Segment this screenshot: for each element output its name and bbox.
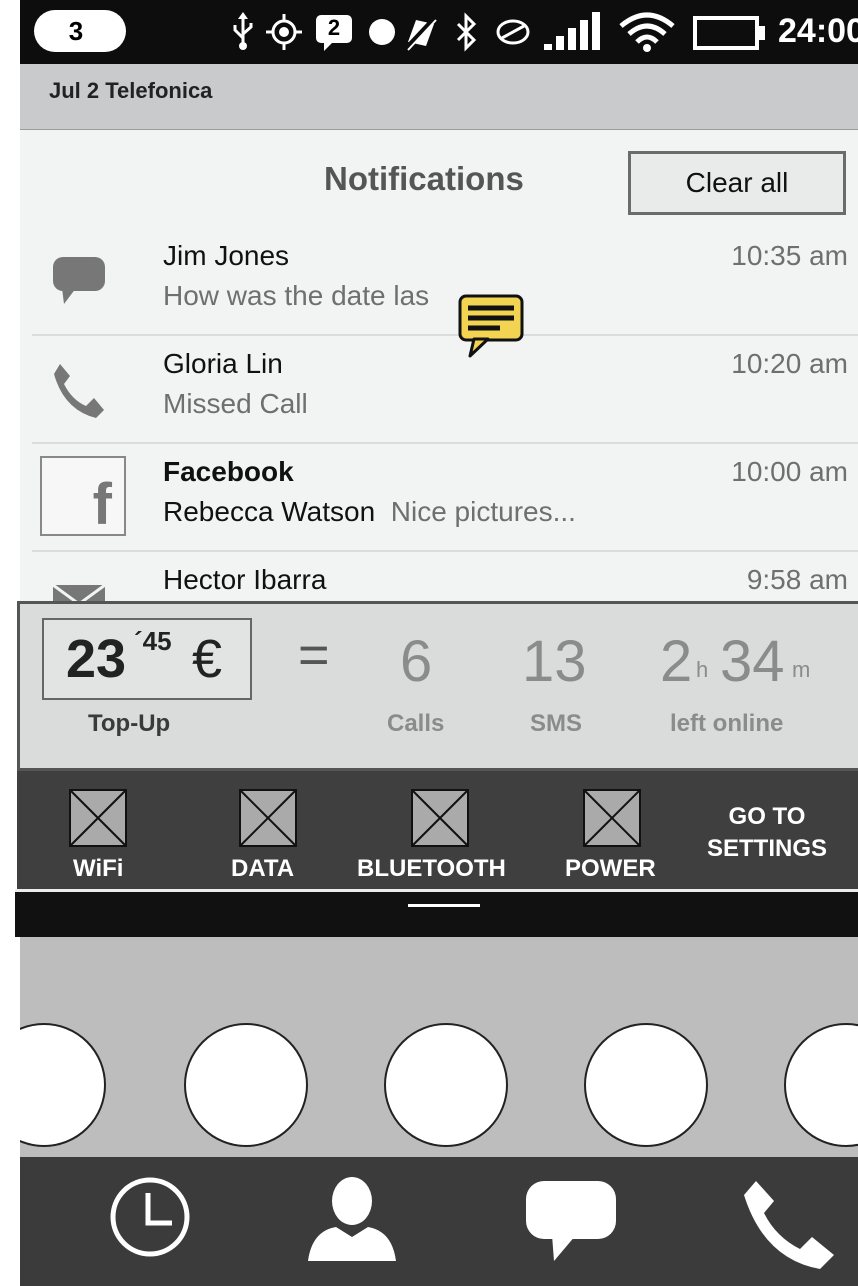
placeholder-x-icon bbox=[239, 789, 297, 847]
usb-icon bbox=[233, 12, 253, 50]
carrier-strip: Jul 2 Telefonica bbox=[20, 64, 858, 130]
dock bbox=[20, 1157, 858, 1286]
topup-price-box[interactable]: 23 ´45 € bbox=[42, 618, 252, 700]
notification-message: Rebecca Watson Nice pictures... bbox=[163, 496, 576, 528]
go-to-settings-button[interactable]: GO TO SETTINGS bbox=[707, 801, 827, 865]
hours-unit: h bbox=[696, 657, 709, 682]
minutes-unit: m bbox=[792, 657, 811, 682]
notification-time: 9:58 am bbox=[746, 564, 848, 595]
notification-item[interactable]: Jim Jones How was the date las 10:35 am bbox=[32, 228, 858, 336]
notification-item[interactable]: Hector Ibarra 9:58 am bbox=[32, 552, 858, 602]
toggle-label: BLUETOOTH bbox=[357, 855, 506, 882]
gps-icon bbox=[266, 14, 302, 50]
wifi-icon bbox=[619, 12, 675, 52]
toggle-label: DATA bbox=[231, 855, 295, 882]
notification-panel: Notifications Clear all Jim Jones How wa… bbox=[20, 130, 858, 602]
battery-icon bbox=[693, 16, 765, 50]
home-screen bbox=[20, 937, 858, 1157]
calls-label: Calls bbox=[387, 710, 445, 737]
notification-sender: Gloria Lin bbox=[163, 348, 283, 379]
drawer-handle-bar[interactable] bbox=[15, 889, 858, 937]
contact-icon[interactable] bbox=[306, 1171, 398, 1263]
hours-value: 2 bbox=[660, 629, 693, 694]
notification-sender: Facebook bbox=[163, 456, 294, 487]
topup-label: Top-Up bbox=[88, 710, 171, 737]
toggle-bluetooth[interactable]: BLUETOOTH bbox=[355, 771, 525, 889]
placeholder-x-icon bbox=[69, 789, 127, 847]
app-placeholder[interactable] bbox=[584, 1023, 708, 1147]
notification-count-pill: 3 bbox=[34, 10, 126, 52]
facebook-glyph: f bbox=[92, 472, 112, 537]
quick-settings-bar: WiFi DATA BLUETOOTH POWER GO TO SETTINGS bbox=[17, 771, 858, 889]
notification-time: 10:20 am bbox=[731, 348, 848, 379]
notification-sender: Hector Ibarra bbox=[163, 564, 327, 595]
app-placeholder[interactable] bbox=[784, 1023, 858, 1147]
equals-sign: = bbox=[298, 625, 330, 685]
placeholder-x-icon bbox=[411, 789, 469, 847]
status-bar: 3 2 24:00 bbox=[20, 0, 858, 64]
notification-sender: Jim Jones bbox=[163, 240, 290, 271]
notification-item[interactable]: Gloria Lin Missed Call 10:20 am bbox=[32, 336, 858, 444]
go-to-settings-line2: SETTINGS bbox=[707, 835, 828, 862]
currency-symbol: € bbox=[192, 629, 223, 689]
status-time: 24:00 bbox=[778, 12, 858, 50]
envelope-icon bbox=[52, 584, 106, 602]
message-badge-icon: 2 bbox=[314, 12, 354, 52]
toggle-label: WiFi bbox=[73, 855, 124, 882]
toggle-wifi[interactable]: WiFi bbox=[57, 771, 167, 889]
toggle-label: POWER bbox=[565, 855, 656, 882]
clear-all-button[interactable]: Clear all bbox=[628, 151, 846, 215]
notification-time: 10:00 am bbox=[731, 456, 848, 487]
signal-icon bbox=[544, 12, 600, 50]
dot-icon bbox=[369, 19, 395, 45]
toggle-power[interactable]: POWER bbox=[563, 771, 673, 889]
toggle-data[interactable]: DATA bbox=[223, 771, 333, 889]
online-label: left online bbox=[670, 710, 784, 737]
clock-icon[interactable] bbox=[108, 1175, 192, 1259]
notifications-title: Notifications bbox=[324, 160, 524, 197]
chat-icon[interactable] bbox=[524, 1179, 620, 1263]
app-placeholder[interactable] bbox=[384, 1023, 508, 1147]
go-to-settings-line1: GO TO bbox=[728, 803, 806, 830]
minutes-value: 34 bbox=[720, 629, 785, 694]
sms-label: SMS bbox=[530, 710, 583, 737]
bluetooth-icon bbox=[456, 12, 477, 52]
sms-value: 13 bbox=[522, 629, 587, 694]
drawer-handle[interactable] bbox=[408, 904, 480, 907]
app-placeholder[interactable] bbox=[20, 1023, 106, 1147]
notification-message: How was the date las bbox=[163, 280, 430, 311]
placeholder-x-icon bbox=[583, 789, 641, 847]
notification-message-text: Nice pictures... bbox=[390, 496, 576, 527]
facebook-icon: f bbox=[40, 456, 126, 537]
price-cents: ´45 bbox=[134, 626, 172, 656]
phone-icon bbox=[54, 364, 104, 418]
vibrate-off-icon bbox=[404, 14, 438, 51]
app-placeholder[interactable] bbox=[184, 1023, 308, 1147]
topup-widget[interactable]: 23 ´45 € Top-Up = 6 Calls 13 SMS 2 h 34 … bbox=[17, 601, 858, 771]
chat-bubble-icon bbox=[53, 257, 105, 304]
calls-value: 6 bbox=[400, 629, 433, 694]
phone-icon[interactable] bbox=[742, 1175, 838, 1271]
notification-message-author: Rebecca Watson bbox=[163, 496, 376, 527]
notification-item[interactable]: f Facebook Rebecca Watson Nice pictures.… bbox=[32, 444, 858, 552]
sync-icon bbox=[496, 19, 530, 45]
note-comment-icon[interactable] bbox=[458, 294, 546, 360]
notification-time: 10:35 am bbox=[731, 240, 848, 271]
notification-message: Missed Call bbox=[163, 388, 308, 419]
date-carrier-text: Jul 2 Telefonica bbox=[49, 78, 213, 103]
message-badge-count: 2 bbox=[327, 15, 341, 40]
price-main: 23 bbox=[66, 629, 127, 689]
